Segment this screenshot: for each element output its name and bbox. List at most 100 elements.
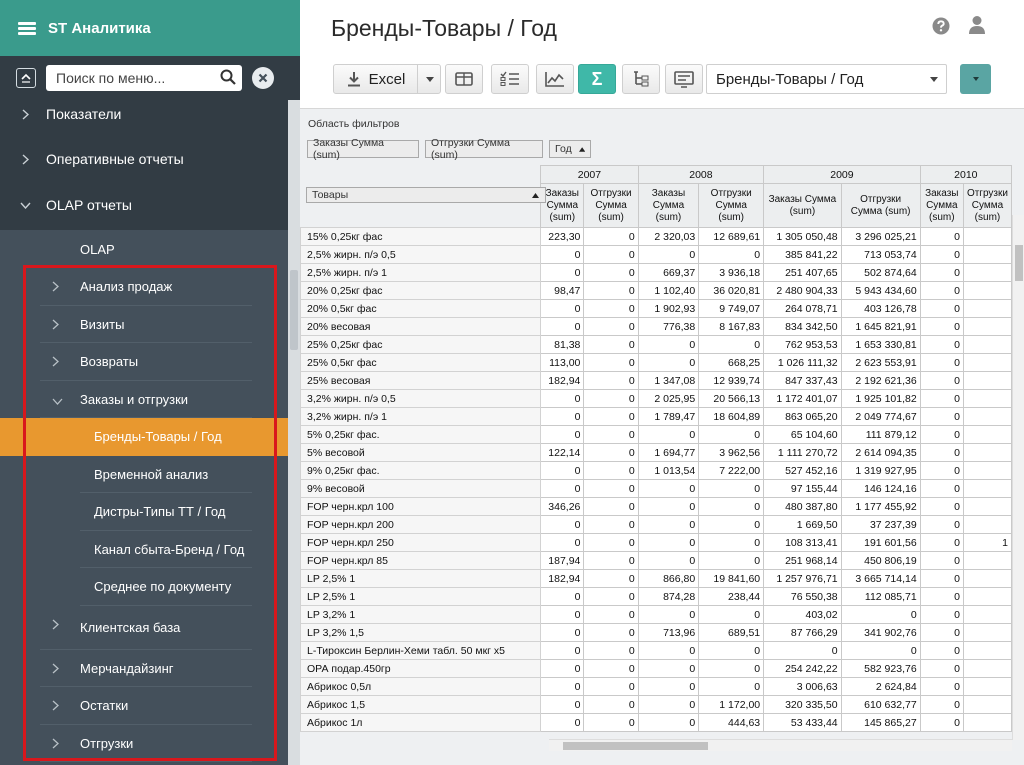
row-header[interactable]: FOP черн.крл 85: [300, 551, 542, 570]
measure-header: Отгрузки Сумма (sum): [698, 183, 765, 228]
sort-up-icon: [578, 146, 585, 152]
row-header[interactable]: 3,2% жирн. п/э 1: [300, 407, 542, 426]
presentation-button[interactable]: [665, 64, 703, 94]
row-header[interactable]: FOP черн.крл 100: [300, 497, 542, 516]
data-cell: 0: [919, 713, 964, 732]
row-header[interactable]: 3,2% жирн. п/э 0,5: [300, 389, 542, 408]
table-view-button[interactable]: [445, 64, 483, 94]
filter-chip-year[interactable]: Год: [549, 140, 591, 158]
submenu-group-item[interactable]: Визиты: [0, 306, 288, 344]
export-excel-button[interactable]: Excel: [333, 64, 441, 94]
data-cell: 0: [698, 533, 765, 552]
row-header[interactable]: 25% 0,25кг фас: [300, 335, 542, 354]
submenu-group-item[interactable]: Мерчандайзинг: [0, 650, 288, 688]
main-content: Бренды-Товары / Год Excel Σ Бренды-Товар…: [300, 0, 1024, 765]
row-header[interactable]: 20% весовая: [300, 317, 542, 336]
report-select[interactable]: Бренды-Товары / Год: [706, 64, 947, 94]
pivot-horizontal-scrollbar[interactable]: [549, 739, 1012, 751]
row-header[interactable]: 2,5% жирн. п/э 0,5: [300, 245, 542, 264]
totals-button[interactable]: Σ: [578, 64, 616, 94]
chip-label: Год: [555, 143, 572, 155]
row-header[interactable]: 25% весовая: [300, 371, 542, 390]
submenu-item-olap[interactable]: OLAP: [0, 230, 288, 268]
data-cell: 112 085,71: [840, 587, 921, 606]
row-header[interactable]: ОРА подар.450гр: [300, 659, 542, 678]
pivot-vertical-scrollbar[interactable]: [1012, 215, 1024, 740]
chart-view-button[interactable]: [536, 64, 574, 94]
data-cell: 97 155,44: [763, 479, 842, 498]
data-cell: 0: [698, 515, 765, 534]
row-header[interactable]: LP 3,2% 1: [300, 605, 542, 624]
submenu-report-item[interactable]: Дистры-Типы ТТ / Год: [0, 493, 288, 531]
data-cell: 0: [583, 299, 639, 318]
submenu-group-item[interactable]: Остатки: [0, 687, 288, 725]
submenu-group-item[interactable]: Отгрузки: [0, 725, 288, 763]
hierarchy-button[interactable]: [622, 64, 660, 94]
data-cell: 0: [919, 353, 964, 372]
sidebar-scrollbar-thumb[interactable]: [290, 270, 298, 350]
caret-down-icon[interactable]: [426, 77, 434, 82]
submenu-group-item[interactable]: Анализ продаж: [0, 268, 288, 306]
row-header[interactable]: 20% 0,25кг фас: [300, 281, 542, 300]
row-header[interactable]: FOP черн.крл 200: [300, 515, 542, 534]
submenu-group-item[interactable]: Клиентская база: [0, 606, 288, 650]
data-cell: 111 879,12: [840, 425, 921, 444]
data-cell: 3 006,63: [763, 677, 842, 696]
row-header[interactable]: 15% 0,25кг фас: [300, 227, 542, 246]
data-cell: 0: [583, 605, 639, 624]
data-cell: 582 923,76: [840, 659, 921, 678]
sidebar-scrollbar[interactable]: [288, 100, 300, 765]
row-header[interactable]: LP 2,5% 1: [300, 569, 542, 588]
menu-search-input[interactable]: [46, 65, 216, 91]
submenu-report-item[interactable]: Среднее по документу: [0, 568, 288, 606]
submenu-report-item[interactable]: Временной анализ: [0, 456, 288, 494]
row-header[interactable]: 5% весовой: [300, 443, 542, 462]
row-header[interactable]: 2,5% жирн. п/э 1: [300, 263, 542, 282]
row-header[interactable]: 25% 0,5кг фас: [300, 353, 542, 372]
filter-chip-orders-sum[interactable]: Заказы Сумма (sum): [307, 137, 419, 161]
submenu-report-item[interactable]: Канал сбыта-Бренд / Год: [0, 531, 288, 569]
report-settings-button[interactable]: [960, 64, 991, 94]
rows-field-chip[interactable]: Товары: [306, 187, 546, 203]
data-cell: 0: [540, 605, 585, 624]
scrollbar-thumb[interactable]: [563, 742, 708, 750]
row-header[interactable]: FOP черн.крл 250: [300, 533, 542, 552]
user-icon[interactable]: [968, 15, 986, 35]
row-header[interactable]: 9% 0,25кг фас.: [300, 461, 542, 480]
row-header[interactable]: 5% 0,25кг фас.: [300, 425, 542, 444]
data-cell: 0: [637, 479, 700, 498]
scrollbar-thumb[interactable]: [1015, 245, 1023, 281]
row-header[interactable]: LP 3,2% 1,5: [300, 623, 542, 642]
data-cell: 0: [583, 317, 639, 336]
row-header[interactable]: LP 2,5% 1: [300, 587, 542, 606]
data-cell: 1 319 927,95: [840, 461, 921, 480]
menu-item-pokazateli[interactable]: Показатели: [0, 92, 288, 136]
submenu-report-item-active[interactable]: Бренды-Товары / Год: [0, 418, 288, 456]
data-cell: 0: [583, 281, 639, 300]
data-cell: 12 689,61: [698, 227, 765, 246]
help-icon[interactable]: [932, 17, 950, 35]
row-header[interactable]: Абрикос 0,5л: [300, 677, 542, 696]
row-header[interactable]: Абрикос 1л: [300, 713, 542, 732]
field-list-button[interactable]: [491, 64, 529, 94]
row-header[interactable]: 20% 0,5кг фас: [300, 299, 542, 318]
submenu-group-item[interactable]: Возвраты: [0, 343, 288, 381]
data-cell: 182,94: [540, 569, 585, 588]
search-icon[interactable]: [219, 68, 237, 86]
row-header[interactable]: Абрикос 1,5: [300, 695, 542, 714]
measure-header: Заказы Сумма (sum): [763, 183, 842, 228]
submenu-group-item[interactable]: Заказы и отгрузки: [0, 381, 288, 419]
data-cell: 0: [637, 695, 700, 714]
menu-item-operativnye-otchety[interactable]: Оперативные отчеты: [0, 136, 288, 182]
row-header[interactable]: L-Тироксин Берлин-Хеми табл. 50 мкг x5: [300, 641, 542, 660]
clear-search-button[interactable]: [252, 67, 274, 89]
data-cell: [962, 425, 1012, 444]
chevron-down-icon: [12, 202, 38, 209]
filter-chip-shipments-sum[interactable]: Отгрузки Сумма (sum): [425, 137, 543, 161]
data-cell: 36 020,81: [698, 281, 765, 300]
collapse-menu-button[interactable]: [16, 68, 36, 88]
row-header[interactable]: 9% весовой: [300, 479, 542, 498]
data-cell: 0: [840, 605, 921, 624]
hamburger-menu-icon[interactable]: [18, 21, 36, 35]
menu-item-olap-otchety[interactable]: OLAP отчеты: [0, 182, 288, 228]
